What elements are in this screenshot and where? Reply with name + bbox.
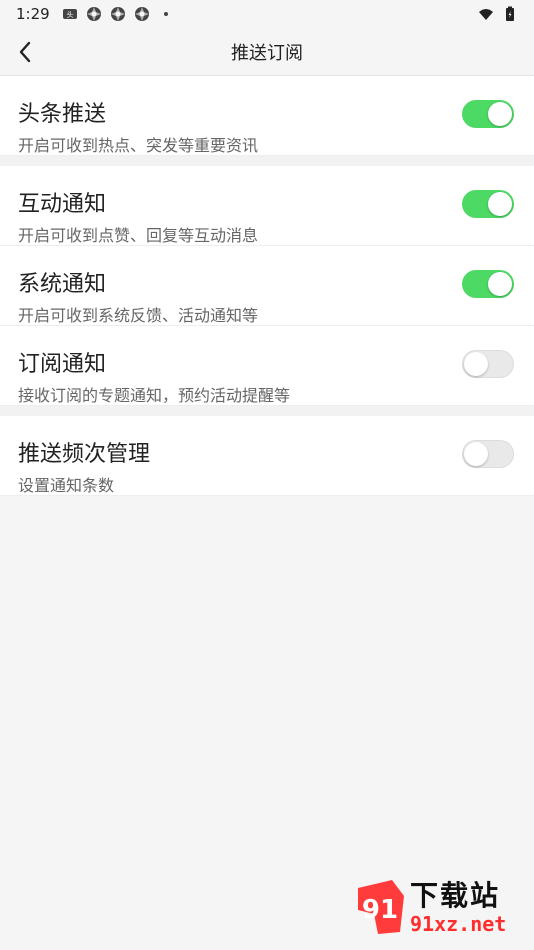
setting-description: 设置通知条数: [18, 476, 115, 495]
svg-text:头: 头: [66, 10, 73, 19]
push-frequency-toggle[interactable]: [462, 440, 514, 468]
setting-row-system-notice: 系统通知 开启可收到系统反馈、活动通知等: [0, 246, 534, 326]
section-divider: [0, 156, 534, 166]
setting-label: 系统通知: [18, 272, 107, 297]
app-header: 推送订阅: [0, 28, 534, 76]
system-notice-toggle[interactable]: [462, 270, 514, 298]
page-title: 推送订阅: [231, 42, 303, 64]
dot-icon: [163, 12, 168, 16]
setting-description: 开启可收到热点、突发等重要资讯: [18, 136, 259, 155]
clock: 1:29: [16, 5, 50, 23]
toggle-knob: [464, 442, 488, 466]
setting-row-headline-push: 头条推送 开启可收到热点、突发等重要资讯: [0, 76, 534, 156]
chevron-left-icon: [19, 41, 31, 63]
aperture-icon: [134, 7, 149, 21]
toggle-knob: [488, 102, 512, 126]
back-button[interactable]: [10, 36, 42, 68]
setting-label: 推送频次管理: [18, 442, 151, 467]
settings-group-notifications: 互动通知 开启可收到点赞、回复等互动消息 系统通知 开启可收到系统反馈、活动通知…: [0, 166, 534, 406]
section-divider: [0, 406, 534, 416]
setting-label: 头条推送: [18, 102, 107, 127]
watermark-brand: 下载站: [410, 879, 501, 912]
settings-group-headlines: 头条推送 开启可收到热点、突发等重要资讯: [0, 76, 534, 156]
setting-description: 接收订阅的专题通知，预约活动提醒等: [18, 386, 291, 405]
interaction-notice-toggle[interactable]: [462, 190, 514, 218]
aperture-icon: [86, 7, 101, 21]
subscription-notice-toggle[interactable]: [462, 350, 514, 378]
setting-description: 开启可收到点赞、回复等互动消息: [18, 226, 259, 245]
setting-row-push-frequency: 推送频次管理 设置通知条数: [0, 416, 534, 496]
toggle-knob: [488, 272, 512, 296]
settings-group-frequency: 推送频次管理 设置通知条数: [0, 416, 534, 496]
setting-description: 开启可收到系统反馈、活动通知等: [18, 306, 259, 325]
wifi-icon: [479, 9, 493, 20]
toggle-knob: [464, 352, 488, 376]
toggle-knob: [488, 192, 512, 216]
watermark-site: 91xz.net: [410, 912, 507, 936]
site-watermark: 91 下载站 91xz.net: [352, 870, 522, 942]
setting-label: 互动通知: [18, 192, 107, 217]
setting-row-subscription-notice: 订阅通知 接收订阅的专题通知，预约活动提醒等: [0, 326, 534, 406]
watermark-logo: 91: [358, 880, 404, 934]
setting-row-interaction-notice: 互动通知 开启可收到点赞、回复等互动消息: [0, 166, 534, 246]
news-app-icon: 头: [62, 9, 77, 19]
battery-icon: [506, 6, 514, 21]
setting-label: 订阅通知: [18, 352, 107, 377]
watermark-logo-text: 91: [362, 895, 398, 925]
headline-push-toggle[interactable]: [462, 100, 514, 128]
status-bar: 1:29 头: [0, 0, 534, 28]
aperture-icon: [110, 7, 125, 21]
